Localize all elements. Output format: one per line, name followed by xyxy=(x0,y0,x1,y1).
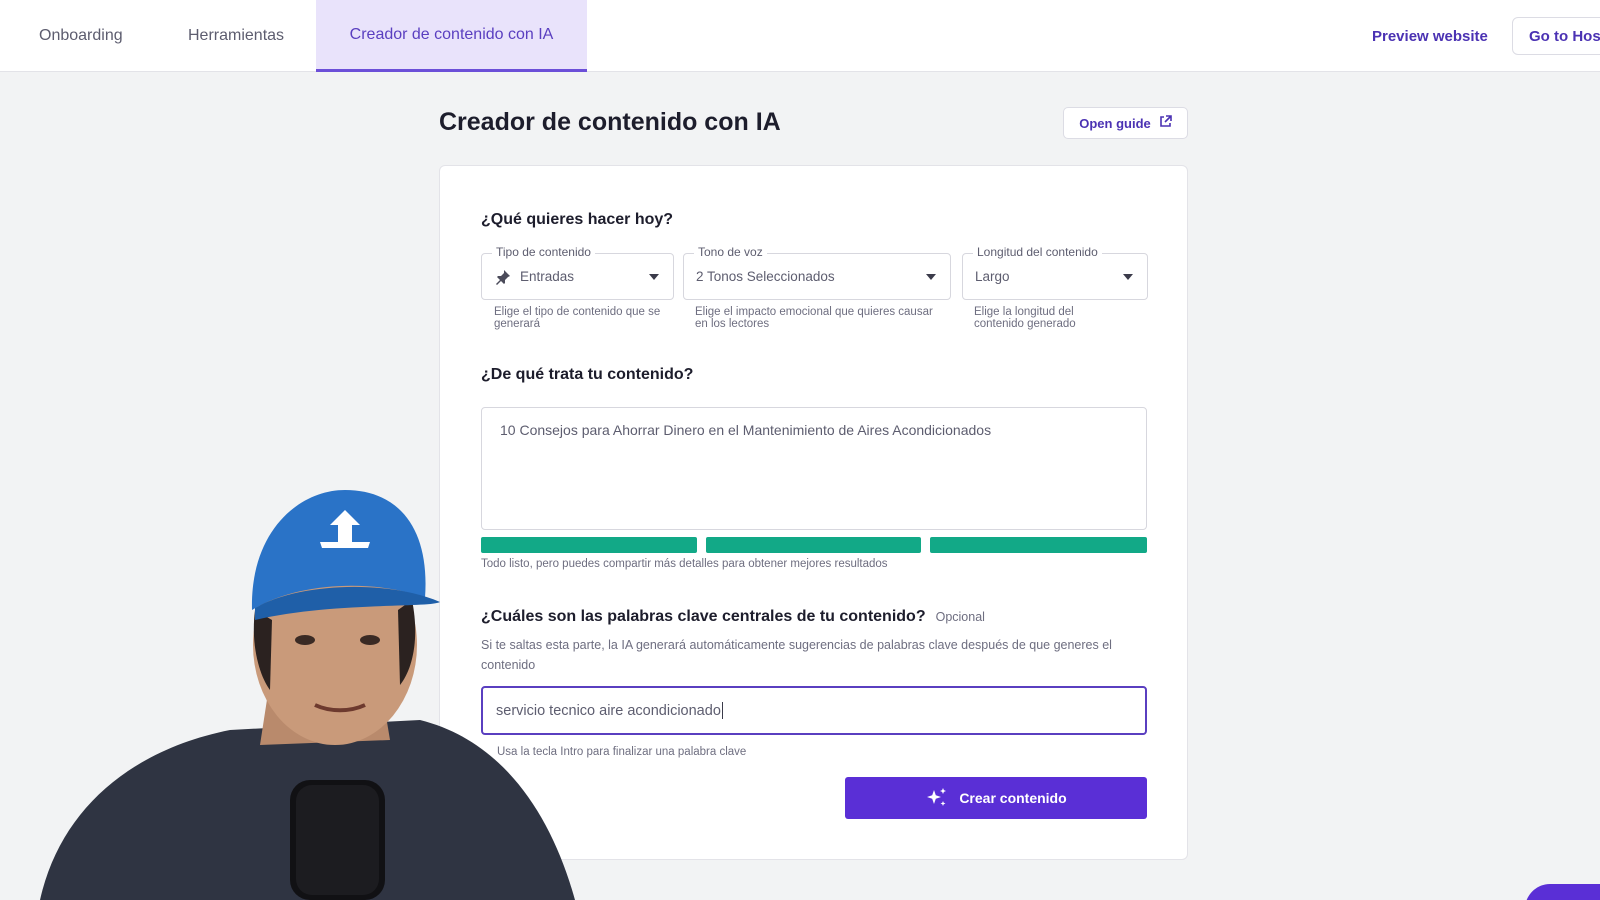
top-navigation: Onboarding Herramientas Creador de conte… xyxy=(0,0,1600,72)
create-content-label: Crear contenido xyxy=(959,790,1067,806)
tone-of-voice-helper: Elige el impacto emocional que quieres c… xyxy=(695,306,933,330)
progress-segment-2 xyxy=(706,537,921,553)
floating-chat-button[interactable] xyxy=(1525,884,1600,900)
tone-of-voice-label: Tono de voz xyxy=(694,245,767,259)
sparkles-icon xyxy=(925,786,949,810)
tone-of-voice-value: 2 Tonos Seleccionados xyxy=(696,269,835,284)
preview-website-link[interactable]: Preview website xyxy=(1372,0,1488,72)
content-type-label: Tipo de contenido xyxy=(492,245,595,259)
question-what-to-do: ¿Qué quieres hacer hoy? xyxy=(481,211,674,228)
tab-creador-contenido-ia[interactable]: Creador de contenido con IA xyxy=(316,0,587,72)
content-length-value: Largo xyxy=(975,269,1010,284)
content-type-value: Entradas xyxy=(520,269,575,284)
chevron-down-icon xyxy=(649,274,659,280)
tone-of-voice-select[interactable]: Tono de voz 2 Tonos Seleccionados xyxy=(683,245,951,300)
go-to-host-button[interactable]: Go to Host xyxy=(1512,17,1600,55)
create-content-button[interactable]: Crear contenido xyxy=(845,777,1147,819)
open-guide-label: Open guide xyxy=(1079,115,1151,131)
page-title: Creador de contenido con IA xyxy=(439,108,781,136)
content-length-label: Longitud del contenido xyxy=(973,245,1102,259)
content-length-select[interactable]: Longitud del contenido Largo xyxy=(962,245,1148,300)
presenter-video xyxy=(40,490,575,900)
pin-icon xyxy=(494,268,512,286)
progress-segment-3 xyxy=(930,537,1147,553)
webcam-overlay xyxy=(0,480,600,900)
chevron-down-icon xyxy=(926,274,936,280)
tab-onboarding[interactable]: Onboarding xyxy=(39,0,123,72)
content-type-select[interactable]: Tipo de contenido Entradas xyxy=(481,245,674,300)
text-cursor xyxy=(721,702,723,719)
content-length-helper: Elige la longitud del contenido generado xyxy=(974,306,1076,330)
optional-tag: Opcional xyxy=(935,610,985,624)
question-content-topic: ¿De qué trata tu contenido? xyxy=(481,366,694,383)
chevron-down-icon xyxy=(1123,274,1133,280)
external-link-icon xyxy=(1159,115,1172,131)
content-type-helper: Elige el tipo de contenido que se genera… xyxy=(494,306,661,330)
tab-herramientas[interactable]: Herramientas xyxy=(188,0,284,72)
open-guide-button[interactable]: Open guide xyxy=(1063,107,1188,139)
